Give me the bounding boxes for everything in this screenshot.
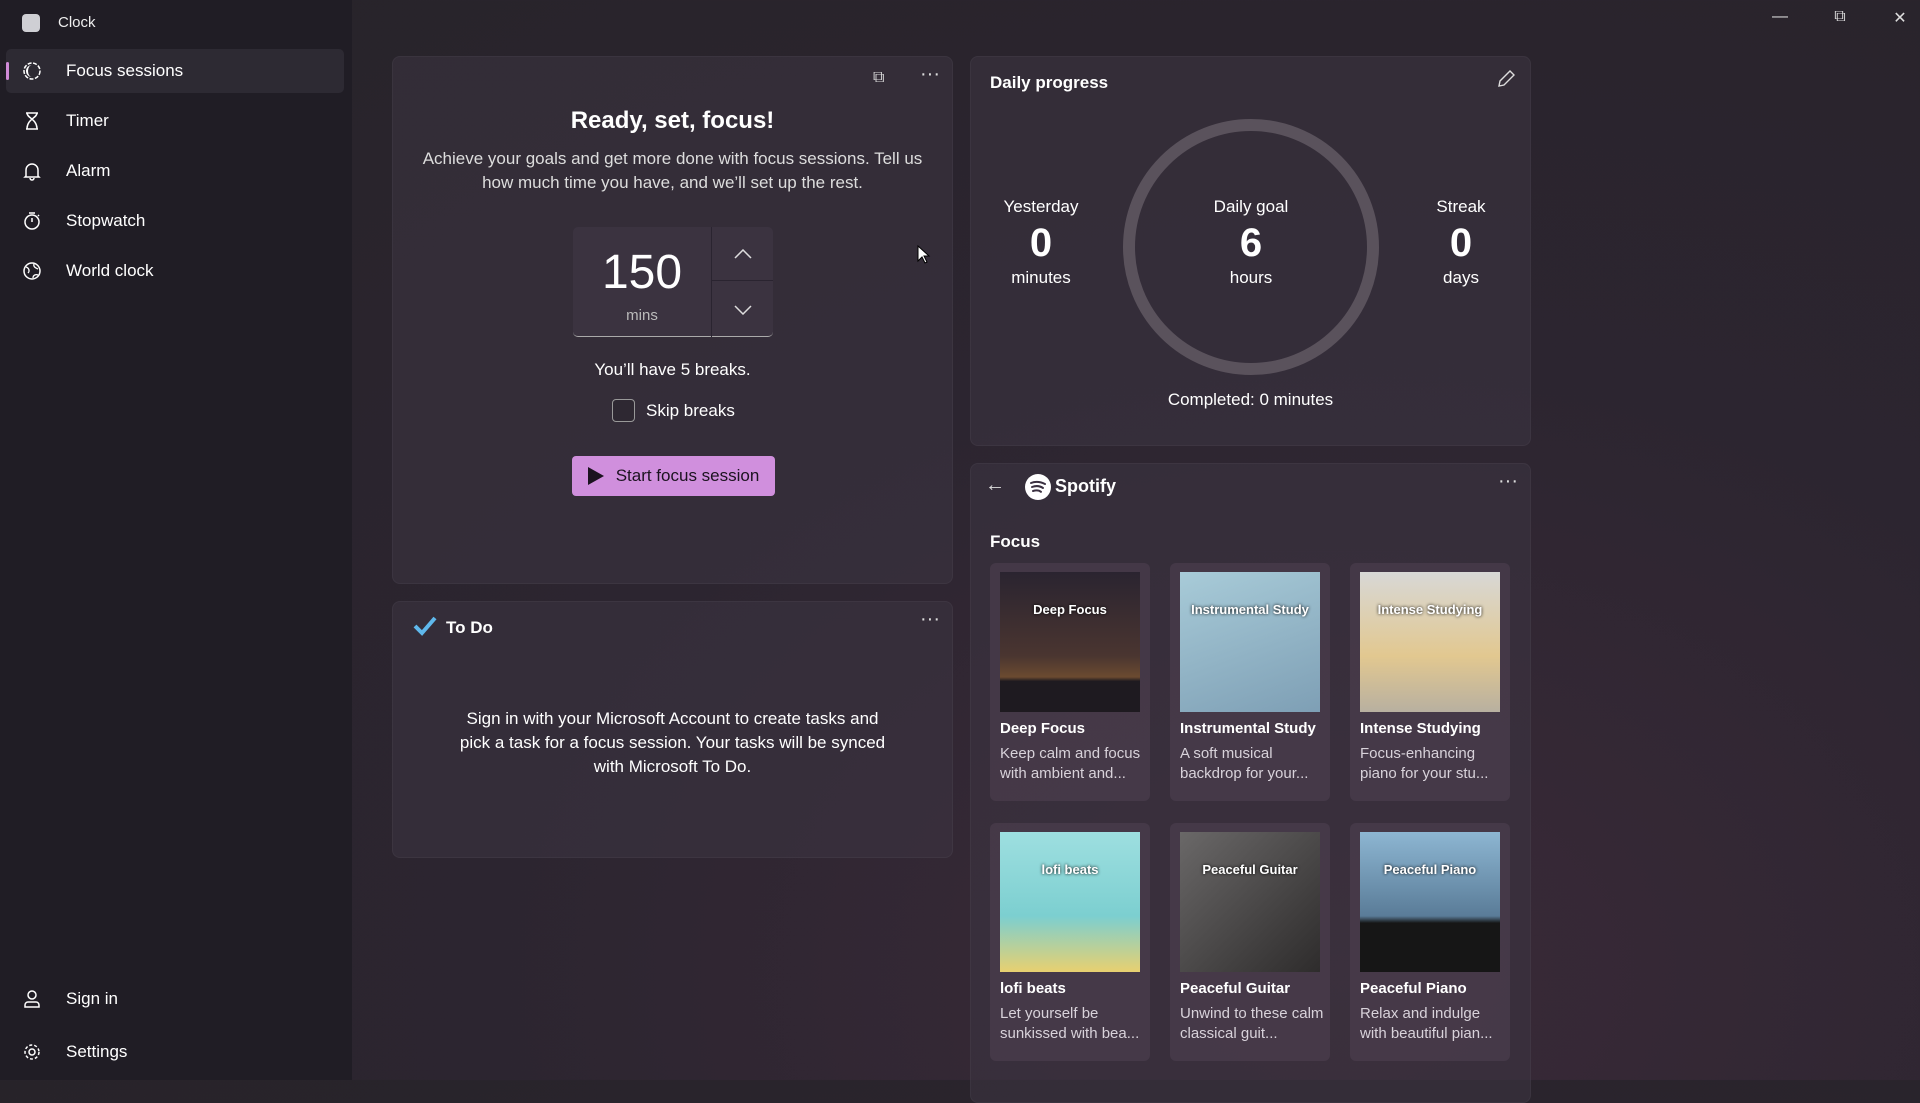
playlist-description: Relax and indulge with beautiful pian... xyxy=(1360,1005,1493,1042)
person-icon xyxy=(22,989,42,1009)
daily-progress-card: Daily progress Yesterday 0 minutes Daily g… xyxy=(970,56,1531,446)
sidebar-item-label: World clock xyxy=(66,261,154,280)
focus-title: Ready, set, focus! xyxy=(570,107,775,134)
sidebar-item-label: Alarm xyxy=(66,161,111,180)
close-button[interactable]: ✕ xyxy=(1880,8,1920,32)
minutes-unit: mins xyxy=(626,307,658,324)
more-options-icon[interactable]: ··· xyxy=(920,608,940,631)
sidebar-item-stopwatch[interactable]: Stopwatch xyxy=(6,199,344,243)
completed-text: Completed: 0 minutes xyxy=(1167,390,1334,409)
todo-card: To Do ··· Sign in with your Microsoft Ac… xyxy=(392,601,953,858)
playlist-cover: Intense Studying xyxy=(1360,572,1500,712)
sidebar-item-label: Timer xyxy=(66,111,109,130)
section-title: Focus xyxy=(990,532,1041,551)
playlist-cover: Instrumental Study xyxy=(1180,572,1320,712)
spotify-card: ← Spotify ··· Focus Deep Focus Deep Focus… xyxy=(970,463,1531,1103)
playlist-cover: Peaceful Piano xyxy=(1360,832,1500,972)
playlist-title: Instrumental Study xyxy=(1180,720,1316,737)
daily-progress-title: Daily progress xyxy=(990,73,1109,92)
minimize-button[interactable]: — xyxy=(1760,8,1800,32)
sidebar: Clock Focus sessions Timer Alarm Stopwat… xyxy=(0,0,352,1080)
restore-button[interactable]: ⧉ xyxy=(1820,8,1860,32)
minutes-value[interactable]: 150 xyxy=(573,245,711,300)
skip-breaks-label: Skip breaks xyxy=(646,400,735,420)
playlist-tile[interactable]: Peaceful Guitar Peaceful Guitar Unwind to … xyxy=(1170,823,1330,1061)
globe-icon xyxy=(22,261,42,281)
playlist-tile[interactable]: Intense Studying Intense Studying Focus-en… xyxy=(1350,563,1510,801)
sidebar-item-alarm[interactable]: Alarm xyxy=(6,149,344,193)
playlist-tile[interactable]: Deep Focus Deep Focus Keep calm and focus … xyxy=(990,563,1150,801)
playlist-tile[interactable]: lofi beats lofi beats Let yourself be sunk… xyxy=(990,823,1150,1061)
more-options-icon[interactable]: ··· xyxy=(920,63,940,86)
sidebar-item-label: Focus sessions xyxy=(66,61,184,80)
chevron-down-icon xyxy=(733,304,752,315)
sidebar-item-world-clock[interactable]: World clock xyxy=(6,249,344,293)
todo-message: Sign in with your Microsoft Account to c… xyxy=(459,709,886,776)
playlist-description: Focus-enhancing piano for your stu... xyxy=(1360,745,1489,782)
checkbox-box[interactable] xyxy=(612,399,635,422)
mouse-cursor-icon xyxy=(917,245,931,264)
playlist-cover: Deep Focus xyxy=(1000,572,1140,712)
playlist-description: Unwind to these calm classical guit... xyxy=(1180,1005,1324,1042)
playlist-title: Peaceful Guitar xyxy=(1180,980,1291,997)
play-icon xyxy=(587,467,604,485)
sidebar-item-focus-sessions[interactable]: Focus sessions xyxy=(6,49,344,93)
stopwatch-icon xyxy=(22,211,42,231)
spotify-logo-icon xyxy=(1025,474,1051,500)
start-focus-session-button[interactable]: Start focus session xyxy=(572,456,775,496)
back-arrow-icon[interactable]: ← xyxy=(985,474,1005,497)
gear-icon xyxy=(22,1042,42,1062)
todo-title: To Do xyxy=(446,618,493,637)
playlist-title: lofi beats xyxy=(1000,980,1066,997)
sign-in-button[interactable]: Sign in xyxy=(6,977,344,1021)
settings-label: Settings xyxy=(66,1042,128,1061)
breaks-text: You’ll have 5 breaks. xyxy=(594,360,751,379)
clock-app-icon xyxy=(22,14,40,32)
playlist-tile[interactable]: Peaceful Piano Peaceful Piano Relax and in… xyxy=(1350,823,1510,1061)
playlist-title: Peaceful Piano xyxy=(1360,980,1467,997)
increase-minutes-button[interactable] xyxy=(712,227,773,281)
focus-icon xyxy=(22,61,42,81)
focus-description: Achieve your goals and get more done wit… xyxy=(422,149,923,192)
skip-breaks-checkbox[interactable]: Skip breaks xyxy=(612,399,735,422)
playlist-title: Deep Focus xyxy=(1000,720,1086,737)
sign-in-label: Sign in xyxy=(66,989,118,1008)
streak-stat: Streak 0 days xyxy=(1436,197,1486,287)
start-label: Start focus session xyxy=(615,466,760,485)
playlist-description: A soft musical backdrop for your... xyxy=(1180,745,1309,782)
sidebar-item-label: Stopwatch xyxy=(66,211,146,230)
bell-icon xyxy=(22,161,42,181)
playlist-tile[interactable]: Instrumental Study Instrumental Study A so… xyxy=(1170,563,1330,801)
hourglass-icon xyxy=(22,111,42,131)
daily-goal-stat: Daily goal 6 hours xyxy=(1213,197,1289,287)
more-options-icon[interactable]: ··· xyxy=(1498,470,1518,493)
decrease-minutes-button[interactable] xyxy=(712,282,773,337)
playlist-cover: lofi beats xyxy=(1000,832,1140,972)
sidebar-item-timer[interactable]: Timer xyxy=(6,99,344,143)
todo-check-icon xyxy=(413,616,437,636)
chevron-up-icon xyxy=(733,248,752,259)
playlist-description: Let yourself be sunkissed with bea... xyxy=(1000,1005,1140,1042)
focus-session-card: ⧉ ··· Ready, set, focus! Achieve your go… xyxy=(392,56,953,584)
app-title: Clock xyxy=(58,14,96,31)
compact-overlay-icon[interactable]: ⧉ xyxy=(873,69,884,87)
edit-pencil-icon[interactable] xyxy=(1496,69,1516,89)
settings-button[interactable]: Settings xyxy=(6,1030,344,1074)
yesterday-stat: Yesterday 0 minutes xyxy=(1003,197,1079,287)
spotify-brand: Spotify xyxy=(1055,476,1116,496)
playlist-description: Keep calm and focus with ambient and... xyxy=(1000,745,1141,782)
playlist-title: Intense Studying xyxy=(1360,720,1481,737)
minutes-stepper[interactable]: 150 mins xyxy=(573,227,773,337)
playlist-cover: Peaceful Guitar xyxy=(1180,832,1320,972)
